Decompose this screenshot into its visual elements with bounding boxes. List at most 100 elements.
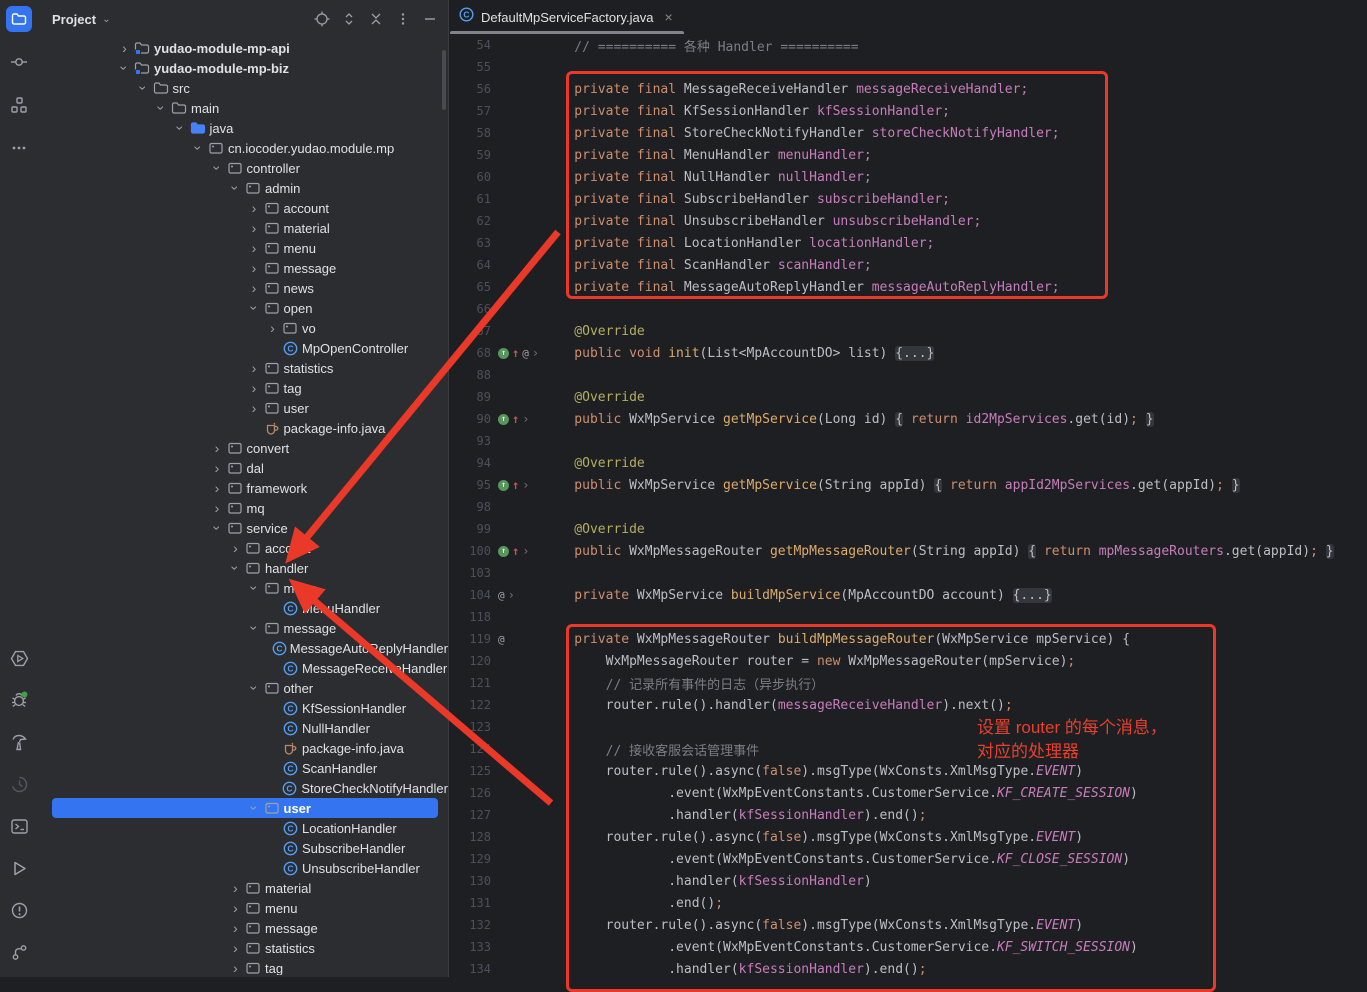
collapse-all-icon[interactable] bbox=[368, 11, 384, 27]
code-line[interactable]: 119@ private WxMpMessageRouter buildMpMe… bbox=[449, 628, 1367, 650]
code-line[interactable]: 127 .handler(kfSessionHandler).end(); bbox=[449, 804, 1367, 826]
code-line[interactable]: 88 bbox=[449, 364, 1367, 386]
code-line[interactable]: 57 private final KfSessionHandler kfSess… bbox=[449, 100, 1367, 122]
chevron-collapsed-icon[interactable]: › bbox=[227, 881, 244, 895]
tree-item-menu[interactable]: ›menu bbox=[38, 238, 448, 258]
chevron-collapsed-icon[interactable]: › bbox=[246, 221, 263, 235]
tree-item-statistics[interactable]: ›statistics bbox=[38, 358, 448, 378]
code-line[interactable]: 124 // 接收客服会话管理事件 bbox=[449, 738, 1367, 760]
structure-icon[interactable] bbox=[6, 92, 32, 118]
tree-item-account[interactable]: ›account bbox=[38, 538, 448, 558]
chevron-collapsed-icon[interactable]: › bbox=[246, 401, 263, 415]
version-control-icon[interactable] bbox=[6, 939, 32, 965]
code-line[interactable]: 99 @Override bbox=[449, 518, 1367, 540]
tree-item-menu[interactable]: ›menu bbox=[38, 898, 448, 918]
code-line[interactable]: 64 private final ScanHandler scanHandler… bbox=[449, 254, 1367, 276]
chevron-expanded-icon[interactable]: › bbox=[247, 580, 261, 597]
tree-item-kfsessionhandler[interactable]: CKfSessionHandler bbox=[38, 698, 448, 718]
code-line[interactable]: 122 router.rule().handler(messageReceive… bbox=[449, 694, 1367, 716]
tree-item-message[interactable]: ›message bbox=[38, 918, 448, 938]
chevron-collapsed-icon[interactable]: › bbox=[246, 241, 263, 255]
project-folder-icon[interactable] bbox=[6, 6, 32, 32]
chevron-collapsed-icon[interactable]: › bbox=[246, 361, 263, 375]
chevron-expanded-icon[interactable]: › bbox=[210, 520, 224, 537]
commit-icon[interactable] bbox=[6, 49, 32, 75]
code-line[interactable]: 118 bbox=[449, 606, 1367, 628]
profiler-icon[interactable] bbox=[6, 771, 32, 797]
chevron-down-icon[interactable]: ⌄ bbox=[102, 14, 110, 25]
fold-chevron-icon[interactable]: › bbox=[522, 545, 529, 557]
expand-all-icon[interactable] bbox=[341, 11, 357, 27]
code-line[interactable]: 67 @Override bbox=[449, 320, 1367, 342]
chevron-expanded-icon[interactable]: › bbox=[247, 680, 261, 697]
tree-item-messageautoreplyhandler[interactable]: CMessageAutoReplyHandler bbox=[38, 638, 448, 658]
tree-item-convert[interactable]: ›convert bbox=[38, 438, 448, 458]
tree-item-package-info-java[interactable]: package-info.java bbox=[38, 738, 448, 758]
tree-item-mq[interactable]: ›mq bbox=[38, 498, 448, 518]
tree-item-message[interactable]: ›message bbox=[38, 618, 448, 638]
tree-item-tag[interactable]: ›tag bbox=[38, 378, 448, 398]
code-view[interactable]: 54 // ========== 各种 Handler ==========55… bbox=[449, 34, 1367, 977]
chevron-expanded-icon[interactable]: › bbox=[229, 560, 243, 577]
code-line[interactable]: 126 .event(WxMpEventConstants.CustomerSe… bbox=[449, 782, 1367, 804]
chevron-collapsed-icon[interactable]: › bbox=[246, 281, 263, 295]
tree-item-dal[interactable]: ›dal bbox=[38, 458, 448, 478]
tree-item-menuhandler[interactable]: CMenuHandler bbox=[38, 598, 448, 618]
code-line[interactable]: 68↑↑@› public void init(List<MpAccountDO… bbox=[449, 342, 1367, 364]
chevron-collapsed-icon[interactable]: › bbox=[209, 481, 226, 495]
editor-tab[interactable]: C DefaultMpServiceFactory.java × bbox=[449, 0, 685, 34]
fold-chevron-icon[interactable]: › bbox=[522, 479, 529, 491]
code-line[interactable]: 121 // 记录所有事件的日志（异步执行） bbox=[449, 672, 1367, 694]
tree-item-user[interactable]: ›user bbox=[38, 398, 448, 418]
tree-item-yudao-module-mp-biz[interactable]: ›yudao-module-mp-biz bbox=[38, 58, 448, 78]
code-line[interactable]: 123 bbox=[449, 716, 1367, 738]
code-line[interactable]: 129 .event(WxMpEventConstants.CustomerSe… bbox=[449, 848, 1367, 870]
tree-item-nullhandler[interactable]: CNullHandler bbox=[38, 718, 448, 738]
chevron-expanded-icon[interactable]: › bbox=[210, 160, 224, 177]
build-icon[interactable] bbox=[6, 729, 32, 755]
code-line[interactable]: 61 private final SubscribeHandler subscr… bbox=[449, 188, 1367, 210]
code-line[interactable]: 131 .end(); bbox=[449, 892, 1367, 914]
chevron-collapsed-icon[interactable]: › bbox=[227, 541, 244, 555]
terminal-icon[interactable] bbox=[6, 813, 32, 839]
code-line[interactable]: 132 router.rule().async(false).msgType(W… bbox=[449, 914, 1367, 936]
code-line[interactable]: 62 private final UnsubscribeHandler unsu… bbox=[449, 210, 1367, 232]
code-line[interactable]: 93 bbox=[449, 430, 1367, 452]
tree-item-service[interactable]: ›service bbox=[38, 518, 448, 538]
tree-item-package-info-java[interactable]: package-info.java bbox=[38, 418, 448, 438]
code-line[interactable]: 63 private final LocationHandler locatio… bbox=[449, 232, 1367, 254]
code-line[interactable]: 120 WxMpMessageRouter router = new WxMpM… bbox=[449, 650, 1367, 672]
project-panel-title[interactable]: Project bbox=[52, 12, 96, 27]
tree-item-admin[interactable]: ›admin bbox=[38, 178, 448, 198]
tree-item-tag[interactable]: ›tag bbox=[38, 958, 448, 975]
chevron-collapsed-icon[interactable]: › bbox=[246, 201, 263, 215]
fold-chevron-icon[interactable]: › bbox=[522, 413, 529, 425]
tree-item-scanhandler[interactable]: CScanHandler bbox=[38, 758, 448, 778]
tree-item-java[interactable]: ›java bbox=[38, 118, 448, 138]
code-line[interactable]: 94 @Override bbox=[449, 452, 1367, 474]
hide-panel-icon[interactable] bbox=[422, 11, 438, 27]
tree-item-main[interactable]: ›main bbox=[38, 98, 448, 118]
code-line[interactable]: 103 bbox=[449, 562, 1367, 584]
code-line[interactable]: 125 router.rule().async(false).msgType(W… bbox=[449, 760, 1367, 782]
code-line[interactable]: 66 bbox=[449, 298, 1367, 320]
tree-item-vo[interactable]: ›vo bbox=[38, 318, 448, 338]
tree-item-account[interactable]: ›account bbox=[38, 198, 448, 218]
run-icon[interactable] bbox=[6, 855, 32, 881]
tree-item-other[interactable]: ›other bbox=[38, 678, 448, 698]
locate-file-icon[interactable] bbox=[314, 11, 330, 27]
chevron-collapsed-icon[interactable]: › bbox=[227, 901, 244, 915]
chevron-expanded-icon[interactable]: › bbox=[247, 800, 261, 817]
chevron-expanded-icon[interactable]: › bbox=[192, 140, 206, 157]
tree-item-user[interactable]: ›user bbox=[38, 798, 448, 818]
tree-item-storechecknotifyhandler[interactable]: CStoreCheckNotifyHandler bbox=[38, 778, 448, 798]
code-line[interactable]: 100↑↑› public WxMpMessageRouter getMpMes… bbox=[449, 540, 1367, 562]
tree-item-open[interactable]: ›open bbox=[38, 298, 448, 318]
tree-item-news[interactable]: ›news bbox=[38, 278, 448, 298]
tree-item-material[interactable]: ›material bbox=[38, 218, 448, 238]
fold-chevron-icon[interactable]: › bbox=[508, 589, 515, 601]
tree-item-statistics[interactable]: ›statistics bbox=[38, 938, 448, 958]
tree-item-src[interactable]: ›src bbox=[38, 78, 448, 98]
chevron-collapsed-icon[interactable]: › bbox=[116, 41, 133, 55]
code-line[interactable]: 90↑↑› public WxMpService getMpService(Lo… bbox=[449, 408, 1367, 430]
